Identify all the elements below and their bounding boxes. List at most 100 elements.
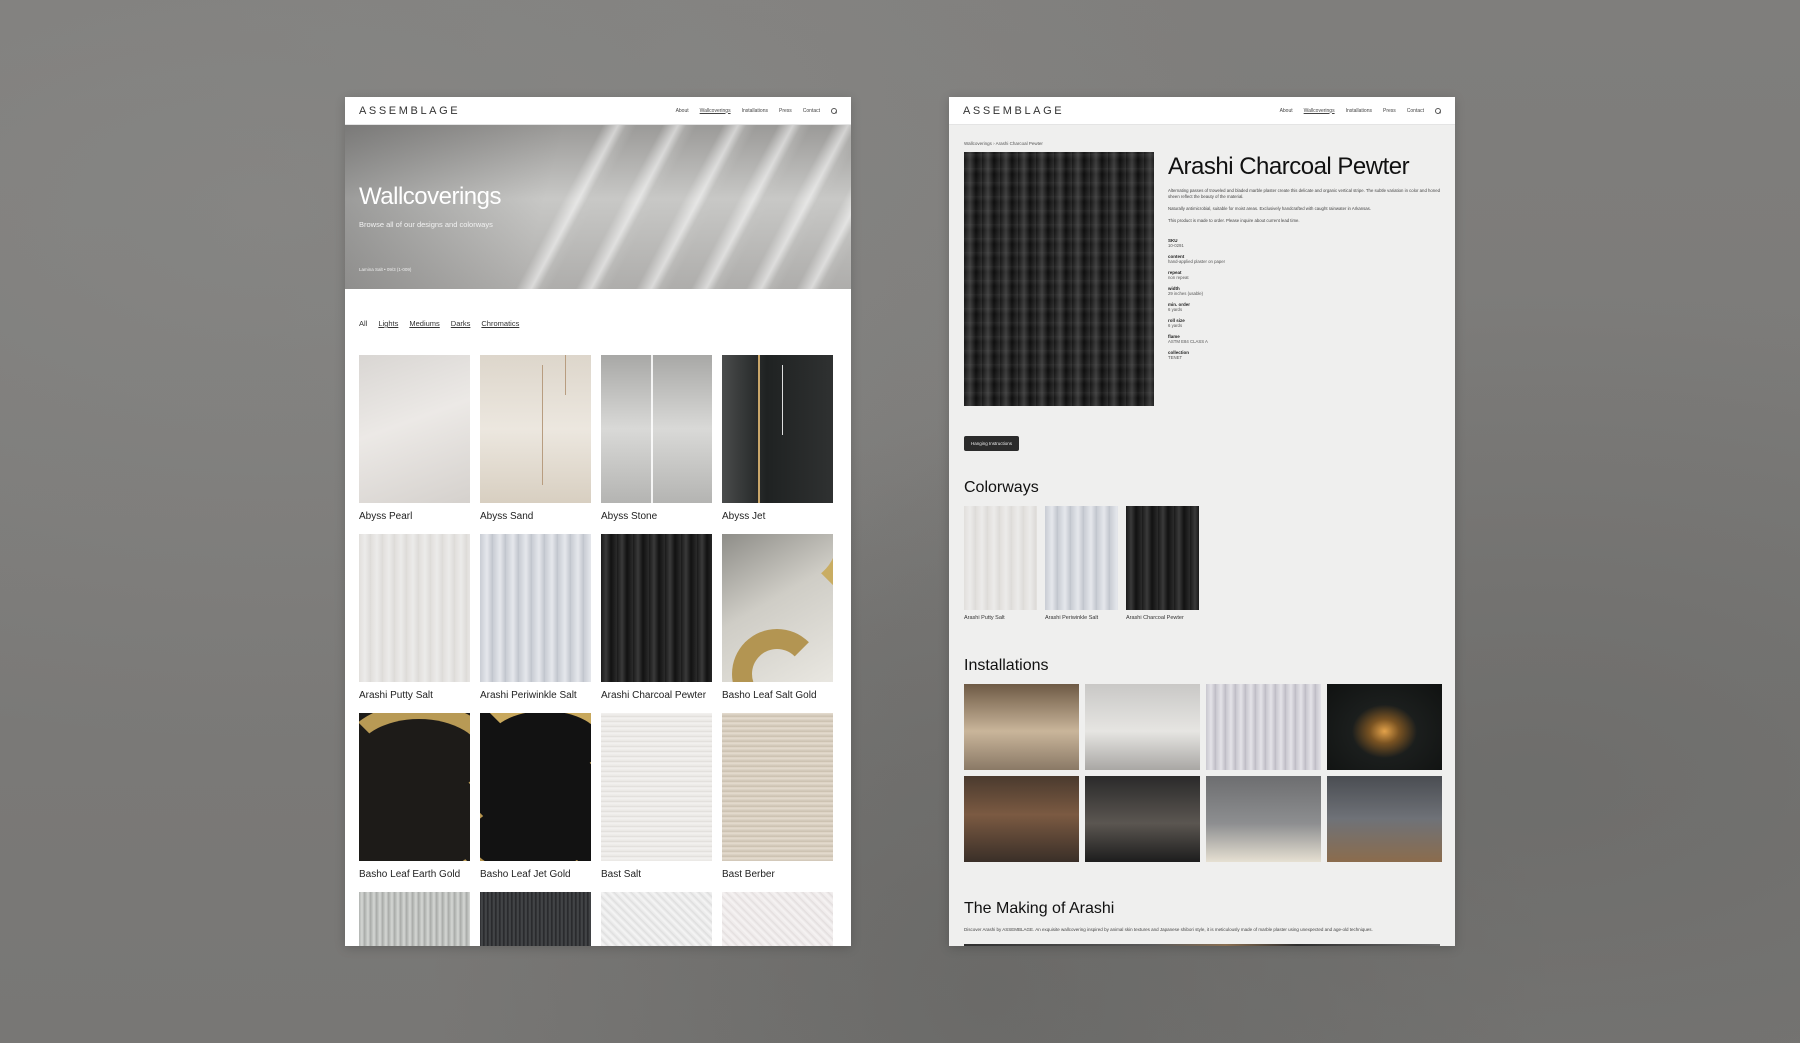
colorway-name: Arashi Periwinkle Salt xyxy=(1045,615,1099,621)
hero-caption: Lamina Salt • 09/3 (1-009) xyxy=(359,267,412,272)
product-description: Alternating passes of troweled and blade… xyxy=(1168,188,1440,224)
spec-content: content hand-applied plaster on paper xyxy=(1168,254,1226,265)
product-tile[interactable]: Bast Berber xyxy=(722,713,833,892)
product-tile[interactable]: Abyss Pearl xyxy=(359,355,470,534)
spec-roll-size: roll size 6 yards xyxy=(1168,318,1185,329)
product-name: Abyss Jet xyxy=(722,511,766,522)
hanging-instructions-button[interactable]: Hanging Instructions xyxy=(964,436,1020,451)
product-tile[interactable]: Basho Leaf Jet Gold xyxy=(480,713,591,892)
spec-collection: collection TENET xyxy=(1168,350,1190,361)
product-name: Arashi Periwinkle Salt xyxy=(480,690,577,701)
product-tile[interactable]: Arashi Periwinkle Salt xyxy=(480,534,591,713)
installation-photo[interactable] xyxy=(1085,684,1200,770)
making-description: Discover Arashi by ASSEMBLAGE. An exquis… xyxy=(964,927,1373,932)
nav-installations[interactable]: Installations xyxy=(742,108,768,114)
nav-about[interactable]: About xyxy=(676,108,689,114)
product-tile[interactable]: Bast Salt xyxy=(601,713,712,892)
filter-lights[interactable]: Lights xyxy=(378,319,398,355)
product-name: Abyss Sand xyxy=(480,511,534,522)
product-swatch xyxy=(480,355,591,503)
product-tile[interactable]: Abyss Stone xyxy=(601,355,712,534)
colorway-name: Arashi Putty Salt xyxy=(964,615,1005,621)
product-swatch xyxy=(359,713,470,861)
breadcrumb[interactable]: Wallcoverings › Arashi Charcoal Pewter xyxy=(949,125,1455,152)
product-info: Arashi Charcoal Pewter Alternating passe… xyxy=(1168,152,1440,406)
description-paragraph: Alternating passes of troweled and blade… xyxy=(1168,188,1440,200)
product-tile[interactable]: Basho Leaf Earth Gold xyxy=(359,713,470,892)
hero-banner: Wallcoverings Browse all of our designs … xyxy=(345,125,851,289)
nav-installations[interactable]: Installations xyxy=(1346,108,1372,114)
search-icon[interactable] xyxy=(831,107,837,114)
product-name: Arashi Charcoal Pewter xyxy=(601,690,707,701)
installation-photo[interactable] xyxy=(1327,684,1442,770)
product-tile[interactable]: Arashi Putty Salt xyxy=(359,534,470,713)
filter-darks[interactable]: Darks xyxy=(451,319,471,355)
product-swatch xyxy=(722,534,833,682)
installation-photo[interactable] xyxy=(964,684,1079,770)
installation-photo[interactable] xyxy=(1206,776,1321,862)
nav-press[interactable]: Press xyxy=(779,108,792,114)
colorway-name: Arashi Charcoal Pewter xyxy=(1126,615,1184,621)
installations-heading: Installations xyxy=(964,657,1049,674)
product-name: Abyss Stone xyxy=(601,511,658,522)
spec-list: SKU 10-0291 content hand-applied plaster… xyxy=(1168,238,1440,360)
filter-all[interactable]: All xyxy=(359,319,367,355)
search-icon[interactable] xyxy=(1435,107,1441,114)
product-name: Basho Leaf Jet Gold xyxy=(480,869,571,880)
installation-photo[interactable] xyxy=(1085,776,1200,862)
colorway-item[interactable]: Arashi Charcoal Pewter xyxy=(1126,506,1199,621)
filter-chromatics[interactable]: Chromatics xyxy=(481,319,519,355)
product-name: Abyss Pearl xyxy=(359,511,413,522)
installation-photo[interactable] xyxy=(1327,776,1442,862)
product-swatch xyxy=(722,355,833,503)
colorways-heading: Colorways xyxy=(964,479,1039,496)
nav-contact[interactable]: Contact xyxy=(803,108,820,114)
product-name: Bast Berber xyxy=(722,869,775,880)
filter-mediums[interactable]: Mediums xyxy=(409,319,439,355)
nav-press[interactable]: Press xyxy=(1383,108,1396,114)
nav-wallcoverings[interactable]: Wallcoverings xyxy=(1304,108,1335,114)
product-tile[interactable]: Basho Leaf Salt Gold xyxy=(722,534,833,713)
product-swatch xyxy=(722,713,833,861)
product-tile[interactable] xyxy=(359,892,470,946)
site-header: ASSEMBLAGE About Wallcoverings Installat… xyxy=(949,97,1455,125)
installations-gallery xyxy=(949,675,1455,862)
colorway-item[interactable]: Arashi Periwinkle Salt xyxy=(1045,506,1118,621)
product-grid: Abyss Pearl Abyss Sand Abyss Stone Abyss… xyxy=(345,355,851,946)
product-tile[interactable] xyxy=(480,892,591,946)
product-swatch xyxy=(359,892,470,946)
installation-photo[interactable] xyxy=(964,776,1079,862)
logo[interactable]: ASSEMBLAGE xyxy=(359,105,460,117)
spec-flame: flame ASTM E84 CLASS A xyxy=(1168,334,1208,345)
product-image[interactable] xyxy=(964,152,1154,406)
making-video-strip[interactable] xyxy=(964,944,1440,946)
product-name: Bast Salt xyxy=(601,869,642,880)
main-nav: About Wallcoverings Installations Press … xyxy=(676,107,837,114)
colorway-swatch xyxy=(1126,506,1199,610)
logo[interactable]: ASSEMBLAGE xyxy=(963,105,1064,117)
nav-wallcoverings[interactable]: Wallcoverings xyxy=(700,108,731,114)
spec-sku: SKU 10-0291 xyxy=(1168,238,1184,249)
description-paragraph: Naturally antimicrobial, suitable for mo… xyxy=(1168,206,1372,212)
page-title: Wallcoverings xyxy=(359,183,502,210)
product-swatch xyxy=(722,892,833,946)
product-tile[interactable] xyxy=(601,892,712,946)
colorway-item[interactable]: Arashi Putty Salt xyxy=(964,506,1037,621)
product-tile[interactable] xyxy=(722,892,833,946)
product-swatch xyxy=(359,534,470,682)
colorway-swatch xyxy=(964,506,1037,610)
product-swatch xyxy=(601,534,712,682)
product-swatch xyxy=(480,892,591,946)
nav-about[interactable]: About xyxy=(1280,108,1293,114)
product-name: Basho Leaf Salt Gold xyxy=(722,690,817,701)
product-tile[interactable]: Abyss Jet xyxy=(722,355,833,534)
product-swatch xyxy=(480,534,591,682)
product-tile[interactable]: Arashi Charcoal Pewter xyxy=(601,534,712,713)
product-swatch xyxy=(480,713,591,861)
product-overview: Arashi Charcoal Pewter Alternating passe… xyxy=(949,152,1455,406)
installation-photo[interactable] xyxy=(1206,684,1321,770)
product-detail-page: ASSEMBLAGE About Wallcoverings Installat… xyxy=(949,97,1455,946)
product-swatch xyxy=(601,713,712,861)
nav-contact[interactable]: Contact xyxy=(1407,108,1424,114)
product-tile[interactable]: Abyss Sand xyxy=(480,355,591,534)
